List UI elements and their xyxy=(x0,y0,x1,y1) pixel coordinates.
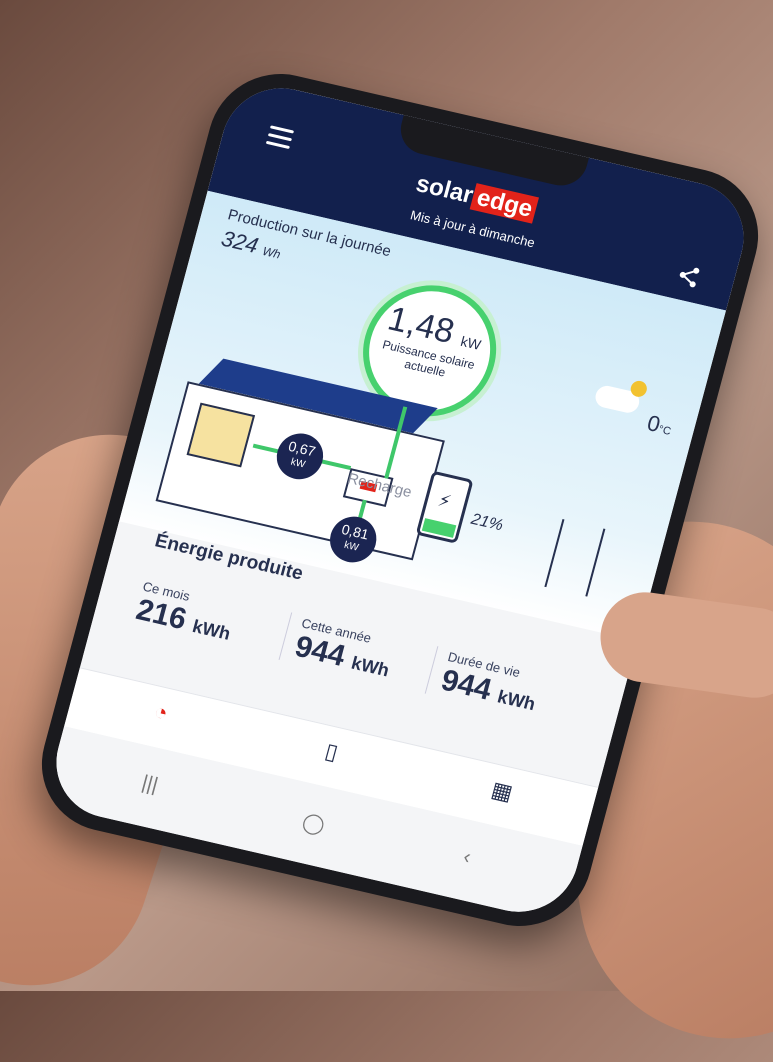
stat-unit: kWh xyxy=(495,686,538,715)
solar-panel-icon[interactable]: ▦ xyxy=(477,774,525,818)
gauge-icon[interactable]: ◔ xyxy=(135,696,183,740)
battery-tab-icon[interactable]: ▯ xyxy=(306,735,354,779)
back-icon[interactable]: ‹ xyxy=(461,846,473,870)
logo-text-solar: solar xyxy=(413,170,477,210)
stat-unit: kWh xyxy=(190,615,233,644)
stat-lifetime: Durée de vie 944 kWh xyxy=(424,646,597,731)
stat-this-year: Cette année 944 kWh xyxy=(278,612,451,697)
logo-text-edge: edge xyxy=(470,183,540,224)
menu-icon[interactable] xyxy=(265,125,295,150)
home-icon[interactable]: ◯ xyxy=(299,809,328,838)
recent-apps-icon[interactable]: ||| xyxy=(139,772,160,798)
battery-icon[interactable]: ⚡ xyxy=(415,470,474,544)
battery-status-label: Recharge xyxy=(345,470,414,502)
solar-power-unit: kW xyxy=(458,332,483,353)
daily-production-unit: Wh xyxy=(260,243,283,262)
battery-percent: 21% xyxy=(469,510,505,535)
stat-this-month: Ce mois 216 kWh xyxy=(132,579,291,660)
temperature-unit: °C xyxy=(657,423,673,438)
daily-production-number: 324 xyxy=(218,225,261,259)
battery-fill xyxy=(421,518,457,538)
lightning-icon: ⚡ xyxy=(435,489,454,513)
stat-unit: kWh xyxy=(349,652,392,681)
temperature: 0°C xyxy=(644,410,675,441)
